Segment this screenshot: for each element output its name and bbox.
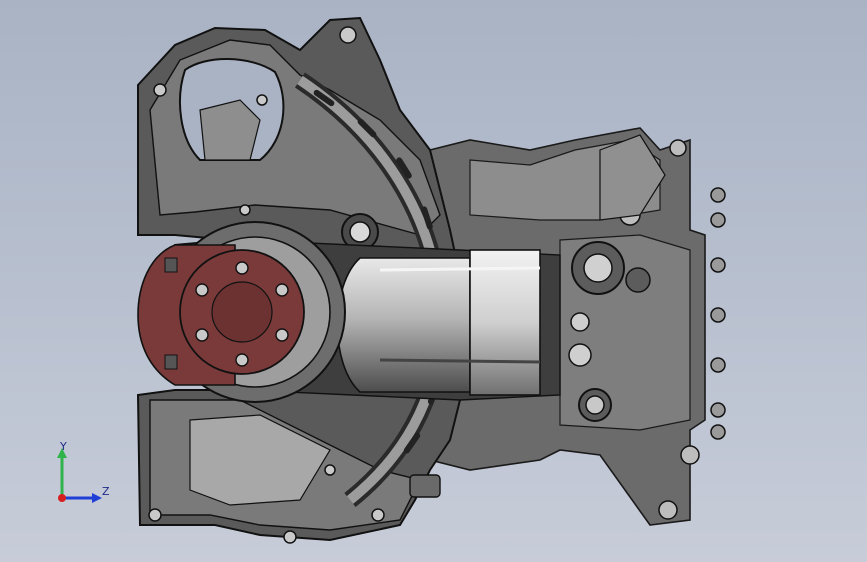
bolt-column bbox=[710, 187, 726, 440]
coordinate-triad: Y Z bbox=[48, 440, 118, 510]
engine-block-model[interactable] bbox=[0, 0, 867, 562]
z-axis-label: Z bbox=[102, 485, 110, 498]
bottom-fitting bbox=[409, 474, 441, 498]
y-axis-label: Y bbox=[60, 440, 67, 453]
graphics-viewport[interactable]: Y Z bbox=[0, 0, 867, 562]
triad-axes bbox=[57, 448, 102, 503]
x-axis-dot bbox=[58, 494, 66, 502]
z-axis-arrowhead bbox=[92, 493, 102, 503]
